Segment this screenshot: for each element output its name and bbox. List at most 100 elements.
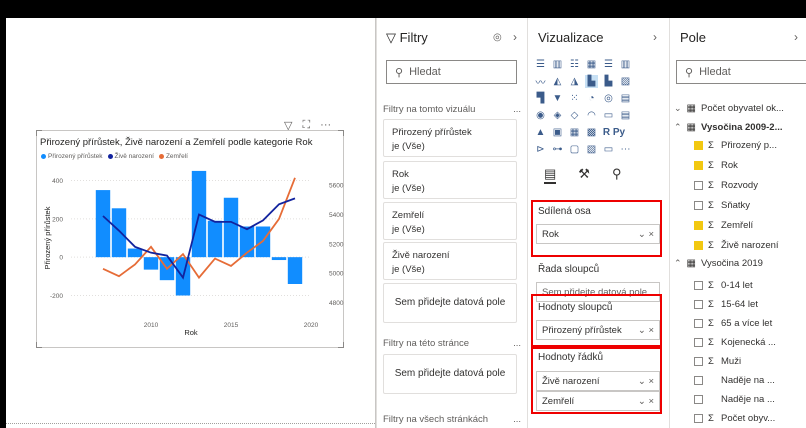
fields-tab-icon[interactable]: ▤: [544, 166, 557, 184]
ribbon-icon[interactable]: ▨: [619, 75, 632, 88]
pie-icon[interactable]: ◔: [585, 92, 598, 105]
line-values-well-item[interactable]: Živě narození ⌄ ×: [536, 371, 660, 391]
map-icon[interactable]: ◉: [534, 109, 547, 122]
chevron-down-icon[interactable]: ⌄: [674, 103, 682, 114]
filter-card[interactable]: Živě narození je (Vše): [383, 242, 517, 280]
paginated-icon[interactable]: ▭: [602, 143, 615, 156]
filled-map-icon[interactable]: ◈: [551, 109, 564, 122]
field-label: Naděje na ...: [721, 375, 775, 386]
bar: [111, 208, 127, 258]
decomposition-tree-icon[interactable]: ⊶: [551, 143, 564, 156]
field-item[interactable]: Σ Kojenecká ...: [694, 337, 776, 348]
field-checkbox[interactable]: [694, 221, 703, 230]
scatter-icon[interactable]: ⁙: [568, 92, 581, 105]
collapse-filters-icon[interactable]: ›: [513, 30, 517, 44]
combo-chart-visual[interactable]: Přirozený přírůstek, Živě narození a Zem…: [36, 130, 344, 348]
funnel-icon[interactable]: ▼: [551, 92, 564, 105]
y2-tick-label: 5000: [329, 271, 344, 278]
slicer-icon[interactable]: ▣: [551, 126, 564, 139]
field-item[interactable]: Σ Sňatky: [694, 200, 750, 211]
field-checkbox[interactable]: [694, 319, 703, 328]
field-item[interactable]: Naděje na ...: [694, 394, 775, 405]
field-checkbox[interactable]: [694, 338, 703, 347]
field-checkbox[interactable]: [694, 357, 703, 366]
field-checkbox[interactable]: [694, 181, 703, 190]
kpi-icon[interactable]: ▲: [534, 126, 547, 139]
eye-icon[interactable]: ◎: [493, 32, 502, 43]
filter-card[interactable]: Přirozený přírůstek je (Vše): [383, 119, 517, 157]
filter-card[interactable]: Zemřelí je (Vše): [383, 202, 517, 240]
remove-field-icon[interactable]: ⌄ ×: [638, 376, 654, 387]
more-options-icon[interactable]: ...: [513, 338, 521, 349]
shape-map-icon[interactable]: ◇: [568, 109, 581, 122]
column-100-icon[interactable]: ▥: [619, 58, 632, 71]
area-chart-icon[interactable]: ◭: [551, 75, 564, 88]
field-item[interactable]: Σ Zemřelí: [694, 220, 753, 231]
clustered-bar-icon[interactable]: ☷: [568, 58, 581, 71]
field-item[interactable]: Σ Přirozený p...: [694, 140, 777, 151]
field-item[interactable]: Naděje na ...: [694, 375, 775, 386]
bar-100-icon[interactable]: ☰: [602, 58, 615, 71]
add-field-drop-page[interactable]: Sem přidejte datová pole: [383, 354, 517, 394]
field-item[interactable]: Σ 0-14 let: [694, 280, 753, 291]
field-table[interactable]: ⌃ ▦ Vysočina 2019: [674, 258, 763, 269]
filter-card[interactable]: Rok je (Vše): [383, 161, 517, 199]
multirow-card-icon[interactable]: ▤: [619, 109, 632, 122]
stacked-area-icon[interactable]: ◮: [568, 75, 581, 88]
field-item[interactable]: Σ Muži: [694, 356, 741, 367]
line-clustered-icon[interactable]: ▙: [602, 75, 615, 88]
clustered-column-icon[interactable]: ▦: [585, 58, 598, 71]
line-values-well-item[interactable]: Zemřelí ⌄ ×: [536, 391, 660, 411]
shared-axis-well[interactable]: Rok ⌄ ×: [536, 224, 660, 244]
field-table[interactable]: ⌃ ▦ Vysočina 2009-2...: [674, 122, 783, 133]
table-icon[interactable]: ▦: [568, 126, 581, 139]
field-checkbox[interactable]: [694, 201, 703, 210]
stacked-column-icon[interactable]: ▥: [551, 58, 564, 71]
waterfall-icon[interactable]: ▜: [534, 92, 547, 105]
remove-field-icon[interactable]: ⌄ ×: [638, 396, 654, 407]
key-influencers-icon[interactable]: ⊳: [534, 143, 547, 156]
field-checkbox[interactable]: [694, 281, 703, 290]
add-field-drop-visual[interactable]: Sem přidejte datová pole: [383, 283, 517, 323]
narrative-icon[interactable]: ▧: [585, 143, 598, 156]
more-options-icon[interactable]: ...: [513, 104, 521, 115]
chevron-up-icon[interactable]: ⌃: [674, 258, 682, 269]
field-item[interactable]: Σ Rok: [694, 160, 738, 171]
search-icon: ⚲: [685, 66, 694, 79]
card-icon[interactable]: ▭: [602, 109, 615, 122]
collapse-fields-icon[interactable]: ›: [794, 30, 798, 44]
field-item[interactable]: Σ Živě narození: [694, 240, 779, 251]
analytics-tab-icon[interactable]: ⚲: [612, 166, 622, 184]
matrix-icon[interactable]: ▩: [585, 126, 598, 139]
collapse-viz-icon[interactable]: ›: [653, 30, 657, 44]
remove-field-icon[interactable]: ⌄ ×: [638, 229, 654, 240]
more-visuals-icon[interactable]: ⋯: [619, 143, 632, 156]
field-item[interactable]: Σ Rozvody: [694, 180, 758, 191]
field-checkbox[interactable]: [694, 241, 703, 250]
gauge-icon[interactable]: ◠: [585, 109, 598, 122]
filters-search-input[interactable]: ⚲ Hledat: [386, 60, 517, 84]
field-checkbox[interactable]: [694, 141, 703, 150]
field-checkbox[interactable]: [694, 300, 703, 309]
format-tab-icon[interactable]: ⚒: [578, 166, 590, 184]
field-checkbox[interactable]: [694, 161, 703, 170]
field-table[interactable]: ⌄ ▦ Počet obyvatel ok...: [674, 103, 784, 114]
treemap-icon[interactable]: ▤: [619, 92, 632, 105]
field-checkbox[interactable]: [694, 395, 703, 404]
line-chart-icon[interactable]: 〰: [534, 75, 547, 89]
field-checkbox[interactable]: [694, 414, 703, 423]
stacked-bar-icon[interactable]: ☰: [534, 58, 547, 71]
qa-icon[interactable]: ▢: [568, 143, 581, 156]
column-values-well[interactable]: Přirozený přírůstek ⌄ ×: [536, 320, 660, 340]
r-python-icon[interactable]: R Py: [602, 126, 626, 139]
field-item[interactable]: Σ 15-64 let: [694, 299, 758, 310]
field-item[interactable]: Σ Počet obyv...: [694, 413, 775, 424]
line-column-icon[interactable]: ▙: [585, 75, 598, 88]
fields-search-input[interactable]: ⚲ Hledat: [676, 60, 806, 84]
remove-field-icon[interactable]: ⌄ ×: [638, 325, 654, 336]
field-item[interactable]: Σ 65 a více let: [694, 318, 772, 329]
chevron-up-icon[interactable]: ⌃: [674, 122, 682, 133]
more-options-icon[interactable]: ...: [513, 414, 521, 425]
donut-icon[interactable]: ◎: [602, 92, 615, 105]
field-checkbox[interactable]: [694, 376, 703, 385]
